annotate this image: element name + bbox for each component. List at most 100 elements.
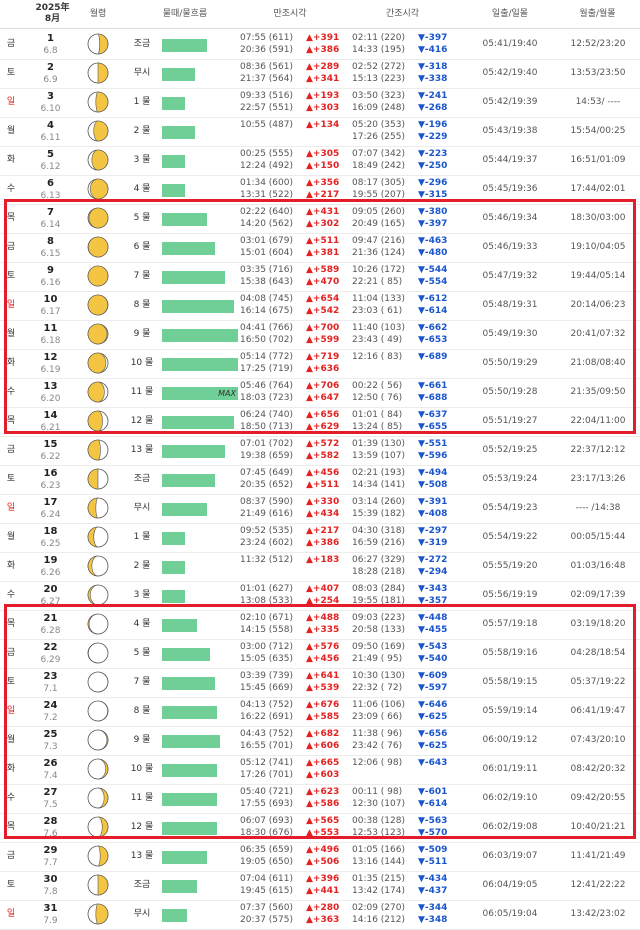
tide-time: 11:06 (106): [352, 700, 405, 710]
high-tide-entry: 15:45 (669) ▲+539: [240, 683, 339, 694]
weekday: 목: [6, 213, 16, 223]
high-tide: 07:01 (702) ▲+572 19:38 (659) ▲+582: [240, 436, 350, 465]
low-tide: 02:21 (193) ▼-494 14:34 (141) ▼-508: [352, 465, 462, 494]
low-tide-entry: 09:50 (169) ▼-543: [352, 642, 447, 653]
solar-day: 22: [43, 642, 58, 653]
weekday: 수: [6, 590, 16, 600]
moonrise-moonset: 21:08/08:40: [570, 358, 626, 368]
table-row: 토 23 7.1 7 물 03:39 (739) ▲+641 15:45 (669) ▲+53…: [0, 668, 640, 698]
moonrise-moonset: 19:44/05:14: [570, 271, 626, 281]
tide-time: 03:14 (260): [352, 497, 405, 507]
table-row: 수 6 6.13 4 물 01:34 (600) ▲+356 13:31 (522) ▲+21…: [0, 175, 640, 205]
tide-difference: ▼-508: [418, 480, 448, 490]
moon-phase-icon: [86, 581, 110, 610]
moon-phase-icon: [86, 233, 110, 262]
tide-difference: ▼-544: [418, 265, 448, 275]
tide-time: 21:49 ( 95): [352, 654, 403, 664]
date-cell: 14 6.21: [28, 407, 73, 436]
tide-flow-label: 2 물: [133, 561, 151, 571]
low-tide-entry: 10:26 (172) ▼-544: [352, 265, 447, 276]
low-tide: 08:17 (305) ▼-296 19:55 (207) ▼-315: [352, 175, 462, 204]
tide-difference: ▲+647: [306, 393, 340, 403]
date-cell: 1 6.8: [28, 30, 73, 59]
high-tide-entry: 07:55 (611) ▲+391: [240, 33, 339, 44]
moon-phase-icon: [86, 668, 110, 697]
moon-phase-icon: [86, 639, 110, 668]
sunrise-sunset: 05:51/19:27: [482, 416, 538, 426]
weekday: 토: [6, 677, 16, 687]
tide-flow-label: 7 물: [133, 271, 151, 281]
low-tide-entry: 06:27 (329) ▼-272: [352, 555, 447, 566]
tide-time: 20:35 (652): [240, 480, 293, 490]
moonrise-moonset: 13:42/23:02: [570, 909, 626, 919]
tide-time: 03:01 (679): [240, 236, 293, 246]
tide-time: 09:50 (169): [352, 642, 405, 652]
high-tide-entry: 07:04 (611) ▲+396: [240, 874, 339, 885]
low-tide-entry: 09:47 (216) ▼-463: [352, 236, 447, 247]
low-tide-entry: 13:42 (174) ▼-437: [352, 886, 447, 897]
lunar-date: 6.21: [40, 423, 61, 433]
tide-flow-label: 7 물: [133, 677, 151, 687]
tide-difference: ▲+303: [306, 103, 340, 113]
high-tide-entry: 01:01 (627) ▲+407: [240, 584, 339, 595]
low-tide: 02:52 (272) ▼-318 15:13 (223) ▼-338: [352, 59, 462, 88]
low-tide: 01:39 (130) ▼-551 13:59 (107) ▼-596: [352, 436, 462, 465]
tide-strength-bar: [162, 97, 185, 110]
tide-difference: ▲+511: [306, 480, 340, 490]
year-month-header: 2025年 8月: [35, 3, 70, 24]
moonrise-moonset: 18:30/03:00: [570, 213, 626, 223]
max-label: MAX: [218, 389, 236, 398]
tide-flow-label: 1 물: [133, 97, 151, 107]
tide-difference: ▲+585: [306, 712, 340, 722]
moon-phase-icon: [86, 88, 110, 117]
weekday: 일: [6, 706, 16, 716]
tide-difference: ▼-661: [418, 381, 448, 391]
low-tide-entry: 05:20 (353) ▼-196: [352, 120, 447, 131]
tide-strength-bar: [162, 39, 207, 52]
low-tide-entry: 16:09 (248) ▼-268: [352, 103, 447, 114]
tide-difference: ▼-408: [418, 509, 448, 519]
low-tide: 02:11 (220) ▼-397 14:33 (195) ▼-416: [352, 30, 462, 59]
weekday: 월: [6, 532, 16, 542]
tide-difference: ▼-315: [418, 190, 448, 200]
tide-flow-label: 무시: [133, 909, 151, 919]
date-cell: 11 6.18: [28, 320, 73, 349]
low-tide-entry: 09:03 (223) ▼-448: [352, 613, 447, 624]
high-tide: 09:33 (516) ▲+193 22:57 (551) ▲+303: [240, 88, 350, 117]
high-tide-entry: 18:30 (676) ▲+553: [240, 828, 339, 839]
solar-day: 16: [43, 468, 58, 479]
moonrise-moonset: 05:37/19:22: [570, 677, 626, 687]
tide-difference: ▲+572: [306, 439, 340, 449]
tide-difference: ▲+706: [306, 381, 340, 391]
tide-time: 13:42 (174): [352, 886, 405, 896]
lunar-date: 7.5: [43, 800, 58, 810]
tide-time: 09:33 (516): [240, 91, 293, 101]
tide-time: 18:28 (218): [352, 567, 405, 577]
tide-difference: ▲+134: [306, 120, 340, 130]
tide-flow-label: 11 물: [130, 387, 154, 397]
tide-difference: ▲+582: [306, 451, 340, 461]
tide-time: 05:40 (721): [240, 787, 293, 797]
moonrise-moonset: ---- /14:38: [575, 503, 621, 513]
high-tide-entry: 07:37 (560) ▲+280: [240, 903, 339, 914]
tide-time: 15:39 (182): [352, 509, 405, 519]
tide-time: 08:17 (305): [352, 178, 405, 188]
lunar-date: 7.4: [43, 771, 58, 781]
tide-time: 23:24 (602): [240, 538, 293, 548]
moonrise-moonset: 03:19/18:20: [570, 619, 626, 629]
tide-difference: ▼-688: [418, 393, 448, 403]
tide-time: 06:35 (659): [240, 845, 293, 855]
weekday: 목: [6, 416, 16, 426]
moonrise-moonset: 08:42/20:32: [570, 764, 626, 774]
tide-time: 15:05 (635): [240, 654, 293, 664]
tide-flow-label: 1 물: [133, 532, 151, 542]
low-tide-entry: 10:30 (130) ▼-609: [352, 671, 447, 682]
table-row: 일 10 6.17 8 물 04:08 (745) ▲+654 16:14 (675) ▲+5…: [0, 291, 640, 321]
tide-strength-bar: [162, 561, 185, 574]
lunar-date: 6.28: [40, 626, 61, 636]
tide-time: 18:03 (723): [240, 393, 293, 403]
tide-time: 05:14 (772): [240, 352, 293, 362]
tide-strength-bar: [162, 793, 217, 806]
low-tide-entry: 11:04 (133) ▼-612: [352, 294, 447, 305]
moon-phase-icon: [86, 320, 110, 349]
